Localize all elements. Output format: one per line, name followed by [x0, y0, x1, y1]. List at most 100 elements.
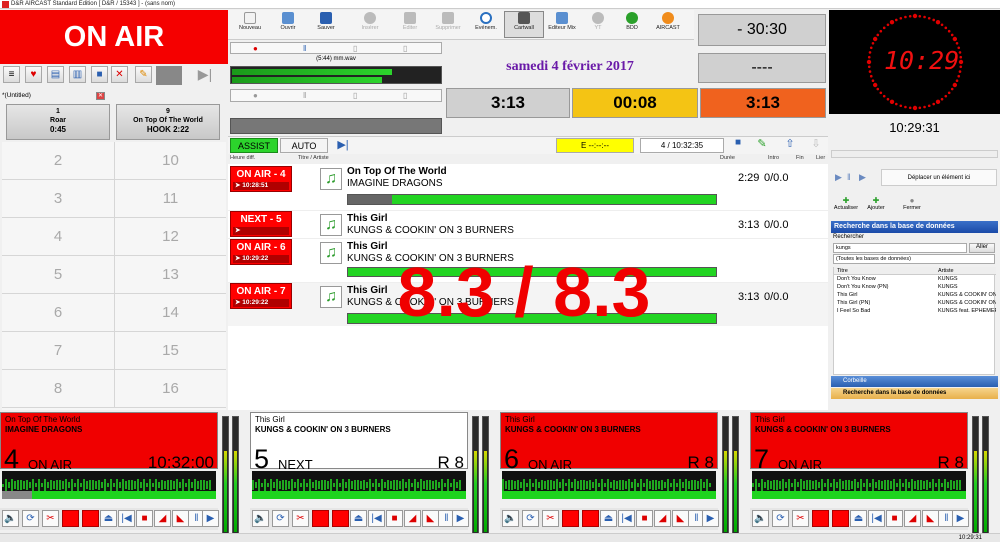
loop-icon[interactable]: ⟳ [22, 510, 39, 527]
drop-zone[interactable]: Déplacer un élément ici [881, 169, 997, 186]
move-up-icon[interactable]: ⇧ [780, 137, 800, 153]
close-playlist-icon[interactable]: ✕ [96, 92, 105, 100]
player-deck[interactable]: On Top Of The World IMAGINE DRAGONS 4 ON AI… [0, 412, 250, 542]
player-waveform[interactable] [502, 471, 716, 499]
edit-button[interactable]: Editer [390, 12, 430, 38]
events-button[interactable]: Evénem. [466, 12, 506, 38]
cart-slot-5[interactable]: 5 [2, 256, 114, 294]
pause-small-icon[interactable]: ‖ [303, 91, 306, 100]
pencil-icon[interactable]: ✎ [752, 137, 772, 153]
save-icon[interactable]: ■ [91, 66, 108, 83]
search-go-button[interactable]: Aller [969, 243, 995, 253]
new-file-icon[interactable]: ▤ [47, 66, 64, 83]
new-button[interactable]: Nouveau [230, 12, 270, 38]
result-row[interactable]: Don't You Know KUNGS [834, 275, 996, 283]
cart-slot-13[interactable]: 13 [114, 256, 226, 294]
rewind-icon[interactable]: |◀ [368, 510, 385, 527]
next-track-icon[interactable]: ▶| [334, 138, 352, 153]
loop-icon[interactable]: ⟳ [272, 510, 289, 527]
file4-icon[interactable]: ▯ [403, 91, 407, 100]
result-row[interactable]: This Girl (PN) KUNGS & COOKIN' ON [834, 299, 996, 307]
record-icon[interactable]: ● [253, 44, 258, 53]
mix-editor-button[interactable]: Editeur Mix [542, 12, 582, 38]
play-button-icon[interactable]: ▶ [452, 510, 469, 527]
volume-icon[interactable]: 🔈 [2, 510, 19, 527]
pause-icon[interactable]: ‖ [303, 44, 306, 53]
result-row[interactable]: Don't You Know (PN) KUNGS [834, 283, 996, 291]
fade-out-icon[interactable]: ◣ [422, 510, 439, 527]
rewind-icon[interactable]: |◀ [868, 510, 885, 527]
fade-icon[interactable]: ◢ [904, 510, 921, 527]
play-button-icon[interactable]: ▶ [952, 510, 969, 527]
player-deck[interactable]: This Girl KUNGS & COOKIN' ON 3 BURNERS 7 ON… [750, 412, 1000, 542]
fade-icon[interactable]: ◢ [654, 510, 671, 527]
move-down-icon[interactable]: ⇩ [806, 137, 826, 153]
bdd-button[interactable]: BDD [612, 12, 652, 38]
tab-corbeille[interactable]: Corbeille [831, 376, 998, 387]
add-button[interactable]: ✚ Ajouter [863, 196, 889, 211]
refresh-button[interactable]: ✚ Actualiser [833, 196, 859, 211]
playlist-row[interactable]: NEXT - 5 ➤ ♫ This Girl KUNGS & COOKIN' ON… [228, 210, 828, 238]
fade-out-icon[interactable]: ◣ [672, 510, 689, 527]
player-deck[interactable]: This Girl KUNGS & COOKIN' ON 3 BURNERS 6 ON… [500, 412, 750, 542]
stop-button-icon[interactable]: ■ [136, 510, 153, 527]
cart-slot-12[interactable]: 12 [114, 218, 226, 256]
fade-icon[interactable]: ◢ [404, 510, 421, 527]
cue-stop-icon[interactable]: ▶ [859, 172, 866, 183]
cart-slot-4[interactable]: 4 [2, 218, 114, 256]
open-file-icon[interactable]: ▥ [69, 66, 86, 83]
close-button[interactable]: ● Fermer [899, 196, 925, 211]
volume-icon[interactable]: 🔈 [252, 510, 269, 527]
player-deck[interactable]: This Girl KUNGS & COOKIN' ON 3 BURNERS 5 NE… [250, 412, 500, 542]
cart-slot-8[interactable]: 8 [2, 370, 114, 408]
auto-button[interactable]: AUTO [280, 138, 328, 153]
cart-slot-2[interactable]: 2 [2, 142, 114, 180]
cart-slot-10[interactable]: 10 [114, 142, 226, 180]
cut-icon[interactable]: ✂ [542, 510, 559, 527]
cart-slot-11[interactable]: 11 [114, 180, 226, 218]
menu-icon[interactable]: ≡ [3, 66, 20, 83]
play-button-icon[interactable]: ▶ [702, 510, 719, 527]
fade-icon[interactable]: ◢ [154, 510, 171, 527]
cue-pause-icon[interactable]: ‖ [847, 172, 851, 182]
stop-icon[interactable]: ● [253, 91, 258, 100]
color-swatch[interactable] [156, 66, 182, 85]
cut-icon[interactable]: ✂ [792, 510, 809, 527]
tab-db-search[interactable]: Recherche dans la base de données [831, 388, 998, 399]
cart-slot-9[interactable]: 9 On Top Of The World HOOK 2:22 [116, 104, 220, 140]
file2-icon[interactable]: ▯ [403, 44, 407, 53]
player-waveform[interactable] [252, 471, 466, 499]
stop-button-icon[interactable]: ■ [886, 510, 903, 527]
search-input[interactable]: kungs [833, 243, 967, 253]
play-button-icon[interactable]: ▶ [202, 510, 219, 527]
save-button[interactable]: Sauver [306, 12, 346, 38]
volume-icon[interactable]: 🔈 [502, 510, 519, 527]
result-row[interactable]: I Feel So Bad KUNGS feat. EPHEMER [834, 307, 996, 315]
assist-button[interactable]: ASSIST [230, 138, 278, 153]
eject-icon[interactable]: ⏏ [600, 510, 617, 527]
heart-icon[interactable]: ♥ [25, 66, 42, 83]
play-next-icon[interactable]: ▶| [190, 66, 220, 85]
cartwall-button[interactable]: Cartwall [504, 11, 544, 38]
delete-button[interactable]: Supprimer [428, 12, 468, 38]
file-icon[interactable]: ▯ [353, 44, 357, 53]
cart-slot-3[interactable]: 3 [2, 180, 114, 218]
cut-icon[interactable]: ✂ [42, 510, 59, 527]
player-waveform[interactable] [2, 471, 216, 499]
cart-slot-7[interactable]: 7 [2, 332, 114, 370]
fade-out-icon[interactable]: ◣ [172, 510, 189, 527]
cart-slot-6[interactable]: 6 [2, 294, 114, 332]
cart-slot-14[interactable]: 14 [114, 294, 226, 332]
result-row[interactable]: This Girl KUNGS & COOKIN' ON [834, 291, 996, 299]
cue-play-icon[interactable]: ▶ [835, 172, 842, 183]
cue-slider[interactable] [831, 150, 998, 158]
aircast-button[interactable]: AIRCAST [648, 12, 688, 38]
rewind-icon[interactable]: |◀ [618, 510, 635, 527]
delete-icon[interactable]: ✕ [111, 66, 128, 83]
fade-out-icon[interactable]: ◣ [922, 510, 939, 527]
stop-button-icon[interactable]: ■ [386, 510, 403, 527]
db-filter-select[interactable]: (Toutes les bases de données) [833, 254, 995, 264]
eject-icon[interactable]: ⏏ [350, 510, 367, 527]
insert-button[interactable]: Insérer [350, 12, 390, 38]
cart-slot-15[interactable]: 15 [114, 332, 226, 370]
